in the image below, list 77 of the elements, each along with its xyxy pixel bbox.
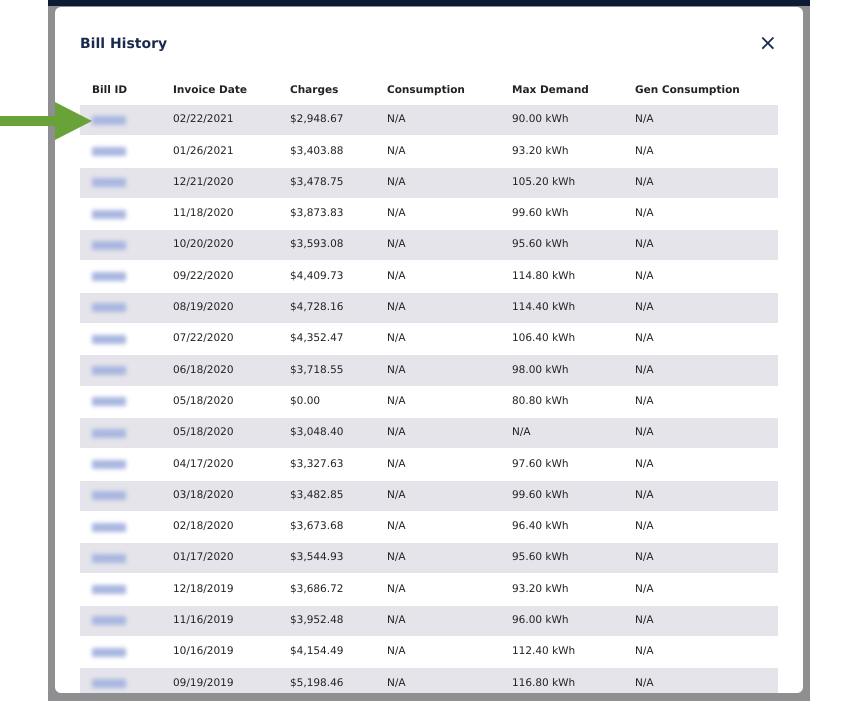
redacted-link[interactable] <box>92 366 126 376</box>
redacted-link[interactable] <box>92 522 126 532</box>
table-cell: $3,482.85 <box>278 480 375 512</box>
table-cell: 08/19/2020 <box>161 292 278 324</box>
table-cell: $3,593.08 <box>278 230 375 262</box>
table-cell: 03/18/2020 <box>161 480 278 512</box>
redacted-link[interactable] <box>92 303 126 312</box>
redacted-link[interactable] <box>92 272 126 282</box>
table-cell: 06/18/2020 <box>161 355 278 387</box>
table-cell: N/A <box>623 606 778 638</box>
column-header: Charges <box>289 83 340 98</box>
table-cell: $5,198.46 <box>278 668 375 693</box>
table-cell: N/A <box>623 292 778 324</box>
column-header: Gen Consumption <box>634 83 741 98</box>
table-cell: $4,728.16 <box>278 292 375 324</box>
table-cell: 05/18/2020 <box>161 418 278 450</box>
redacted-link[interactable] <box>92 648 126 657</box>
table-cell: $2,948.67 <box>278 105 375 136</box>
table-cell: N/A <box>375 543 500 574</box>
dialog-title: Bill History <box>80 34 168 54</box>
table-cell: $3,718.55 <box>278 355 375 387</box>
table-cell: 10/20/2020 <box>161 230 278 262</box>
table-cell: $3,478.75 <box>278 168 375 199</box>
table-cell: 01/17/2020 <box>161 543 278 574</box>
table-cell: $3,952.48 <box>278 606 375 638</box>
table-cell: N/A <box>375 480 500 512</box>
redacted-link[interactable] <box>92 460 126 469</box>
table-cell: N/A <box>623 543 778 574</box>
table-cell: $3,544.93 <box>278 543 375 574</box>
table-cell: N/A <box>375 168 500 199</box>
table-cell: 95.60 kWh <box>500 230 623 262</box>
redacted-link[interactable] <box>92 116 126 125</box>
table-cell: 116.80 kWh <box>500 668 623 693</box>
table-cell: N/A <box>375 230 500 262</box>
table-cell: N/A <box>623 355 778 387</box>
column-header: Bill ID <box>91 83 128 98</box>
table-cell: N/A <box>375 105 500 136</box>
table-cell: 99.60 kWh <box>500 480 623 512</box>
table-cell: 95.60 kWh <box>500 543 623 574</box>
table-cell: 114.40 kWh <box>500 292 623 324</box>
redacted-link[interactable] <box>92 397 126 406</box>
column-header: Consumption <box>386 83 466 98</box>
table-cell: N/A <box>623 230 778 262</box>
redacted-link[interactable] <box>92 334 126 344</box>
table-cell: N/A <box>375 668 500 693</box>
table-cell: 12/21/2020 <box>161 168 278 199</box>
redacted-link[interactable] <box>92 178 126 188</box>
redacted-link[interactable] <box>92 491 126 500</box>
table-cell: 09/19/2019 <box>161 668 278 693</box>
table-cell: N/A <box>623 480 778 512</box>
table-cell: N/A <box>623 105 778 136</box>
table-cell: N/A <box>623 418 778 450</box>
column-header: Invoice Date <box>172 83 248 98</box>
table-cell: N/A <box>375 606 500 638</box>
table-cell: N/A <box>500 418 623 450</box>
table-cell: N/A <box>623 668 778 693</box>
redacted-link[interactable] <box>92 146 126 156</box>
redacted-link[interactable] <box>92 428 126 438</box>
table-cell: N/A <box>623 168 778 199</box>
table-cell: 98.00 kWh <box>500 355 623 387</box>
redacted-link[interactable] <box>92 585 126 594</box>
table-cell: N/A <box>375 355 500 387</box>
table-cell: 11/16/2019 <box>161 606 278 638</box>
redacted-link[interactable] <box>92 554 126 563</box>
table-cell: N/A <box>375 292 500 324</box>
column-header: Max Demand <box>511 83 590 98</box>
redacted-link[interactable] <box>92 678 126 688</box>
table-cell: $3,048.40 <box>278 418 375 450</box>
redacted-link[interactable] <box>92 240 126 250</box>
redacted-link[interactable] <box>92 210 126 219</box>
table-cell: 96.00 kWh <box>500 606 623 638</box>
table-cell: 90.00 kWh <box>500 105 623 136</box>
table-cell: 02/22/2021 <box>161 105 278 136</box>
close-button[interactable]: × <box>754 33 781 55</box>
redacted-link[interactable] <box>92 616 126 626</box>
table-cell: 105.20 kWh <box>500 168 623 199</box>
table-cell: N/A <box>375 418 500 450</box>
